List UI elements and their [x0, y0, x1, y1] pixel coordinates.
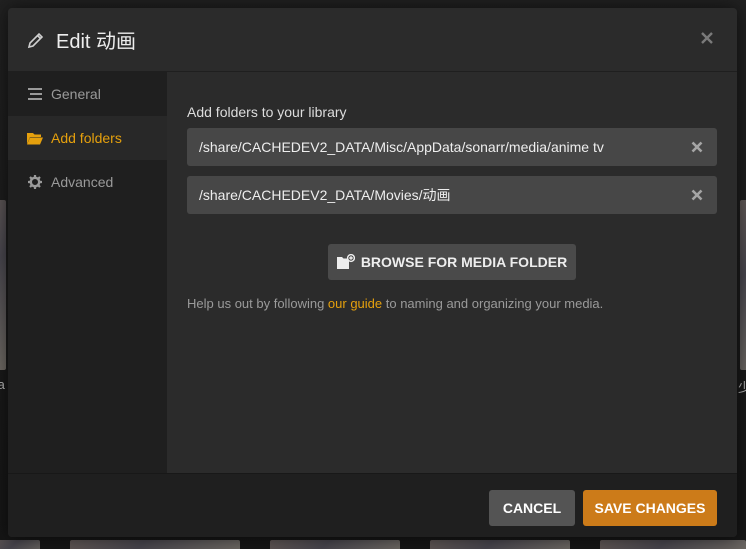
modal-header: Edit 动画 [8, 8, 737, 72]
poster-thumbnail [0, 200, 6, 370]
background-item-title: ta [0, 377, 5, 392]
remove-folder-icon[interactable] [687, 185, 707, 205]
poster-thumbnail [0, 540, 40, 549]
background-item-title: 少 [738, 380, 746, 395]
browse-media-folder-button[interactable]: BROWSE FOR MEDIA FOLDER [328, 244, 576, 280]
poster-thumbnail [70, 540, 240, 549]
folder-path-row: /share/CACHEDEV2_DATA/Movies/动画 [187, 176, 717, 214]
help-text-suffix: to naming and organizing your media. [382, 296, 604, 311]
remove-folder-icon[interactable] [687, 137, 707, 157]
sidebar-item-add-folders[interactable]: Add folders [8, 116, 167, 160]
poster-thumbnail [600, 540, 746, 549]
folder-path: /share/CACHEDEV2_DATA/Misc/AppData/sonar… [199, 139, 604, 155]
help-text: Help us out by following our guide to na… [187, 296, 603, 311]
folder-path: /share/CACHEDEV2_DATA/Movies/动画 [199, 187, 451, 203]
modal-footer: CANCEL SAVE CHANGES [8, 473, 737, 537]
save-changes-button[interactable]: SAVE CHANGES [583, 490, 717, 526]
edit-library-modal: Edit 动画 General Add folders Advanced Add… [8, 8, 737, 537]
help-text-prefix: Help us out by following [187, 296, 328, 311]
pencil-icon [27, 32, 44, 48]
section-title: Add folders to your library [187, 104, 347, 120]
poster-thumbnail [740, 200, 746, 370]
add-folder-icon [336, 254, 355, 269]
sidebar-item-label: Advanced [51, 174, 114, 190]
folder-path-row: /share/CACHEDEV2_DATA/Misc/AppData/sonar… [187, 128, 717, 166]
modal-title: Edit 动画 [56, 31, 137, 53]
settings-sidebar: General Add folders Advanced [8, 72, 167, 473]
folder-open-icon [27, 130, 43, 146]
browse-button-label: BROWSE FOR MEDIA FOLDER [360, 254, 568, 270]
guide-link[interactable]: our guide [328, 296, 382, 311]
sidebar-item-advanced[interactable]: Advanced [8, 160, 167, 204]
cancel-button[interactable]: CANCEL [489, 490, 575, 526]
sidebar-item-general[interactable]: General [8, 72, 167, 116]
add-folders-panel: Add folders to your library /share/CACHE… [167, 72, 737, 473]
sidebar-item-label: Add folders [51, 130, 122, 146]
close-icon[interactable] [697, 28, 717, 48]
poster-thumbnail [270, 540, 400, 549]
list-icon [27, 86, 43, 102]
gear-icon [27, 174, 43, 190]
sidebar-item-label: General [51, 86, 101, 102]
poster-thumbnail [430, 540, 570, 549]
